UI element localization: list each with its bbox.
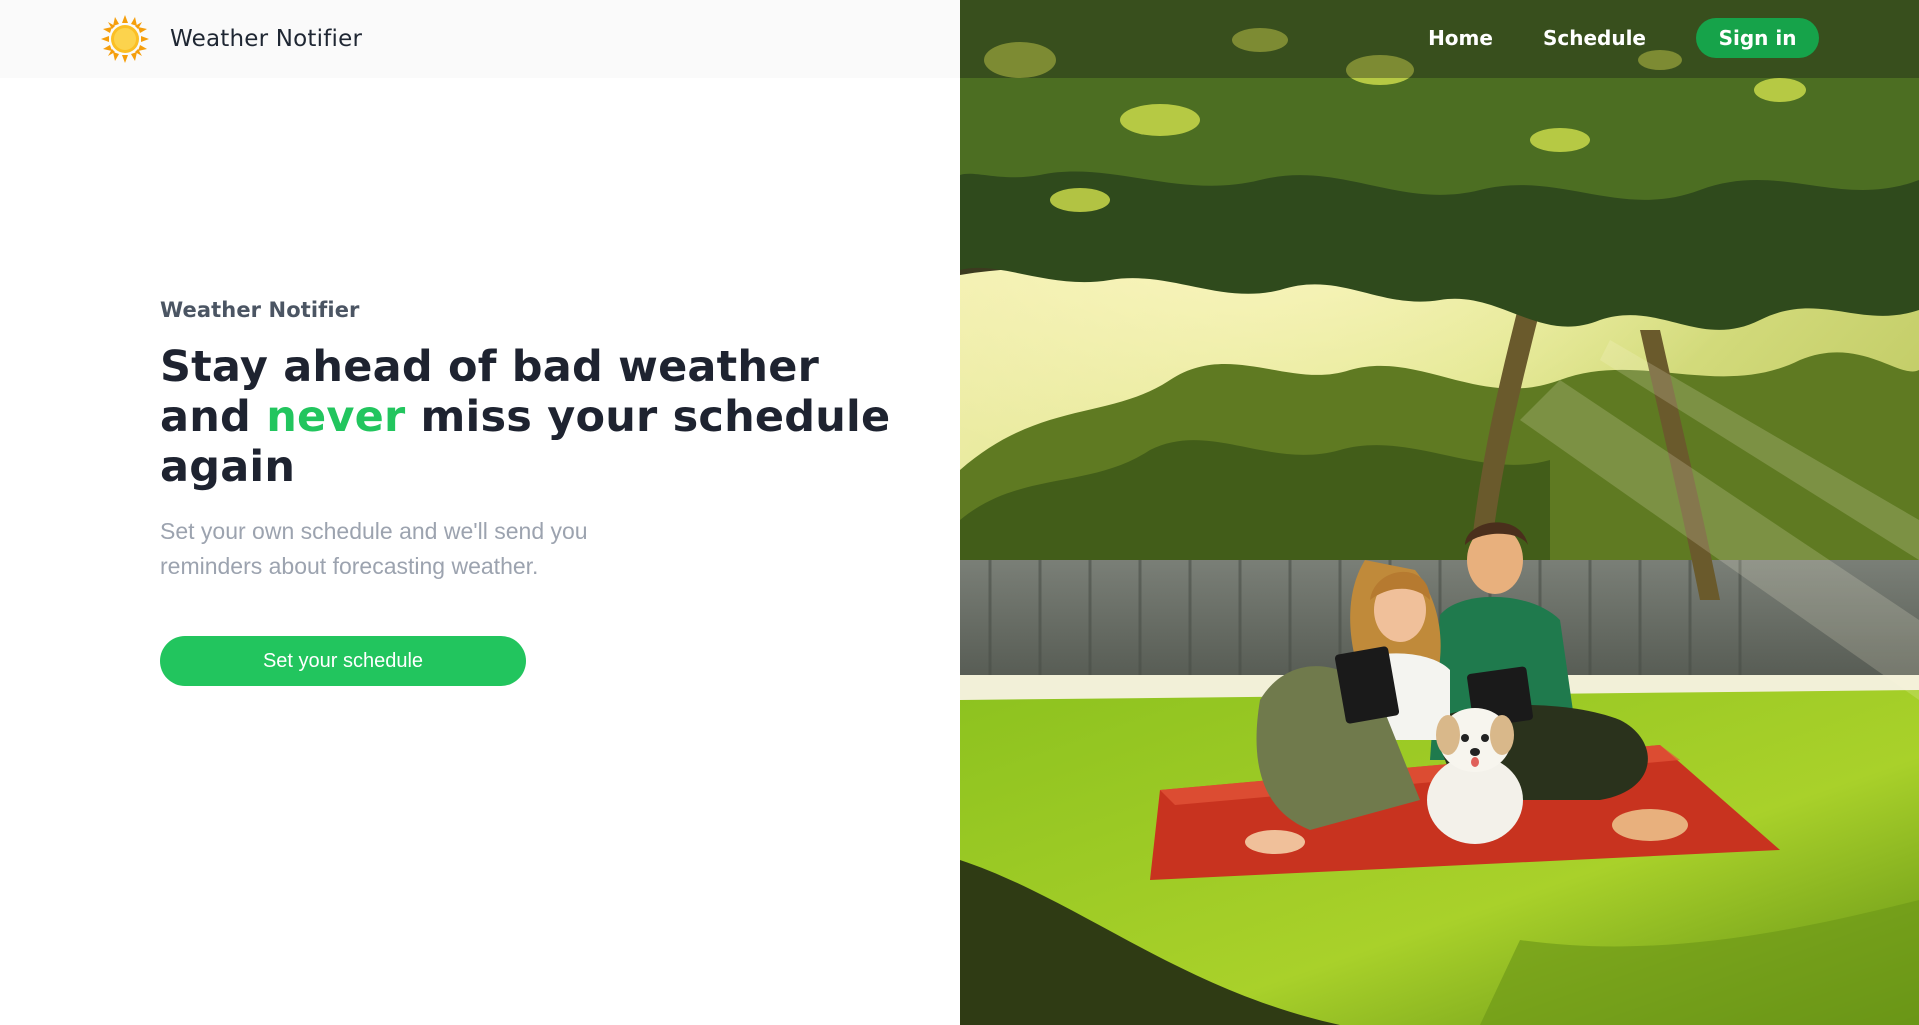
main-nav: Home Schedule Sign in xyxy=(1428,18,1819,58)
headline-accent-word: never xyxy=(266,392,406,442)
set-schedule-button[interactable]: Set your schedule xyxy=(160,636,526,686)
sun-icon xyxy=(101,15,149,63)
nav-home-link[interactable]: Home xyxy=(1428,26,1493,50)
hero-section: Weather Notifier Stay ahead of bad weath… xyxy=(160,298,920,686)
hero-eyebrow: Weather Notifier xyxy=(160,298,360,322)
hero-illustration xyxy=(960,0,1919,1025)
sign-in-button[interactable]: Sign in xyxy=(1696,18,1819,58)
dog-figure xyxy=(1427,708,1523,844)
landing-page: Weather Notifier Home Schedule Sign in W… xyxy=(0,0,1919,1025)
brand-name: Weather Notifier xyxy=(170,26,363,52)
hero-subtext: Set your own schedule and we'll send you… xyxy=(160,518,588,579)
nav-schedule-link[interactable]: Schedule xyxy=(1543,26,1646,50)
top-navbar: Weather Notifier Home Schedule Sign in xyxy=(0,0,1919,78)
park-scene-illustration xyxy=(960,0,1919,1025)
brand[interactable]: Weather Notifier xyxy=(100,14,362,64)
hero-headline: Stay ahead of bad weather and never miss… xyxy=(160,342,920,492)
